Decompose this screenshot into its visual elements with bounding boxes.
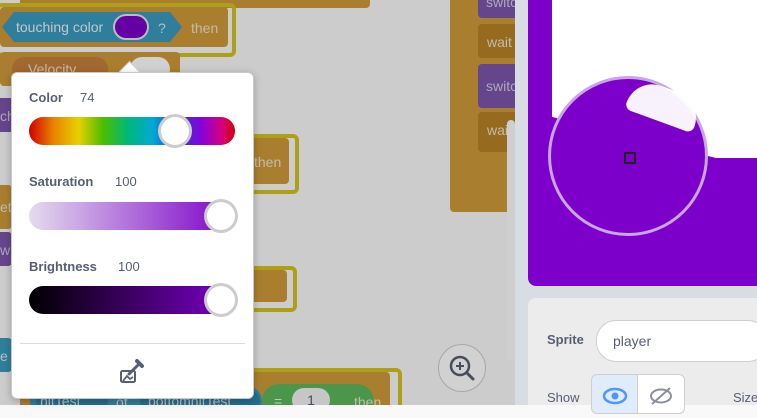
color-value: 74 — [80, 90, 95, 105]
show-label: Show — [547, 390, 580, 405]
sprite-center-marker — [624, 152, 636, 164]
sprite-label: Sprite — [547, 332, 584, 347]
saturation-value: 100 — [115, 174, 137, 189]
size-label: Size — [733, 390, 757, 405]
eyedropper-icon — [120, 359, 144, 383]
brightness-value: 100 — [118, 259, 140, 274]
saturation-label: Saturation — [29, 174, 94, 189]
color-label: Color — [29, 90, 63, 105]
sprite-name-value: player — [613, 333, 652, 349]
saturation-slider-knob[interactable] — [204, 199, 238, 233]
sprite-name-field[interactable]: player — [596, 320, 757, 362]
popup-divider — [20, 343, 245, 344]
eye-icon — [602, 387, 628, 405]
show-hidden-button[interactable] — [637, 374, 685, 414]
eye-slash-icon — [650, 387, 672, 405]
show-visible-button[interactable] — [591, 374, 639, 414]
brightness-slider-knob[interactable] — [204, 283, 238, 317]
color-slider-knob[interactable] — [157, 114, 192, 148]
workspace-scrollbar[interactable] — [507, 120, 515, 360]
sprite-info-pane: Sprite player Show Size — [528, 298, 757, 414]
brightness-label: Brightness — [29, 259, 97, 274]
color-slider-track[interactable] — [29, 117, 235, 145]
eyedropper-button[interactable] — [116, 355, 148, 387]
stage-canvas[interactable] — [528, 0, 757, 286]
color-picker-popup: Color 74 Saturation 100 Brightness 100 — [11, 72, 254, 399]
